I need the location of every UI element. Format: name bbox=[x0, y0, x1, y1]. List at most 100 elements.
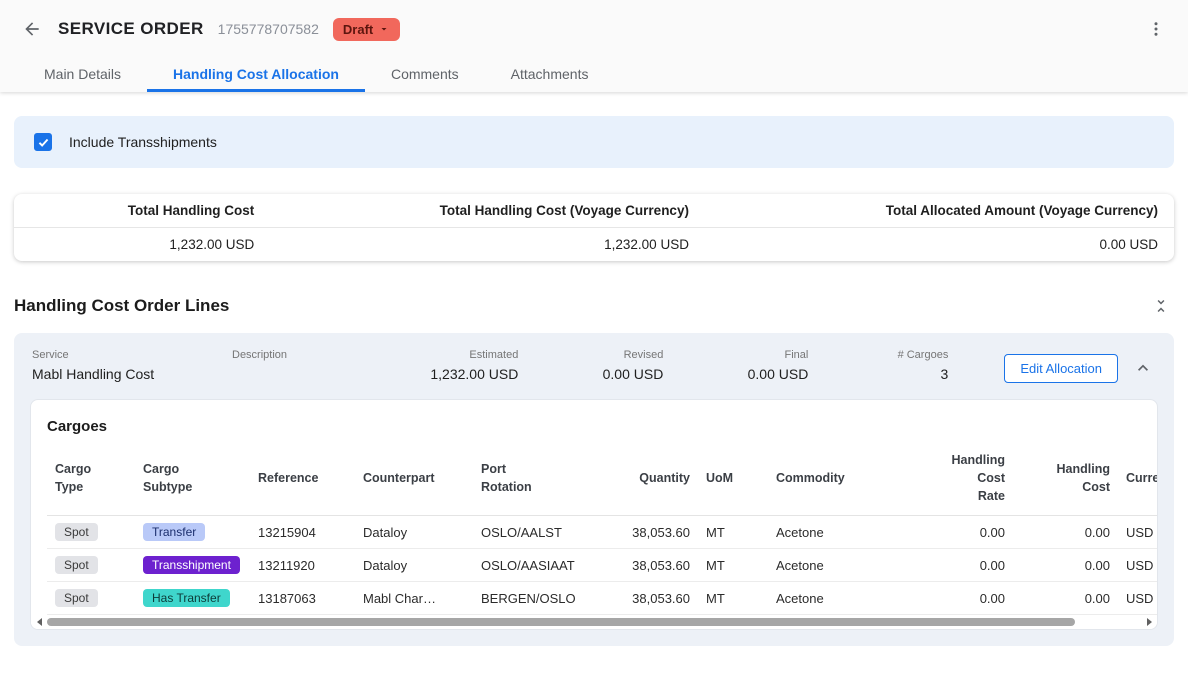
page-title: SERVICE ORDER bbox=[58, 19, 204, 39]
back-button[interactable] bbox=[18, 15, 46, 43]
cell-handling-cost-rate: 0.00 bbox=[908, 582, 1013, 615]
column-header: Cargo Type bbox=[47, 441, 135, 516]
cell-handling-cost-rate: 0.00 bbox=[908, 549, 1013, 582]
cargo-type-chip: Spot bbox=[55, 589, 98, 607]
cargo-table-body: SpotTransfer13215904DataloyOSLO/AALST38,… bbox=[47, 516, 1157, 615]
column-header: Commodity bbox=[768, 441, 908, 516]
cell-cargo-type: Spot bbox=[47, 516, 135, 549]
cargo-table: Cargo TypeCargo SubtypeReferenceCounterp… bbox=[47, 441, 1157, 615]
column-header: Counterpart bbox=[355, 441, 473, 516]
totals-column-label: Total Allocated Amount (Voyage Currency) bbox=[697, 194, 1166, 227]
field-cargo-count: # Cargoes 3 bbox=[808, 349, 948, 382]
tab-handling-cost-allocation[interactable]: Handling Cost Allocation bbox=[147, 58, 365, 92]
cargo-table-header-row: Cargo TypeCargo SubtypeReferenceCounterp… bbox=[47, 441, 1157, 516]
chevron-down-icon bbox=[378, 23, 390, 35]
cargo-type-chip: Spot bbox=[55, 523, 98, 541]
column-header: Cargo Subtype bbox=[135, 441, 250, 516]
column-header: UoM bbox=[698, 441, 768, 516]
totals-label-row: Total Handling CostTotal Handling Cost (… bbox=[14, 194, 1174, 228]
horizontal-scrollbar[interactable] bbox=[31, 615, 1157, 629]
totals-column-value: 1,232.00 USD bbox=[22, 228, 262, 261]
order-number: 1755778707582 bbox=[218, 21, 319, 37]
tab-comments[interactable]: Comments bbox=[365, 58, 485, 92]
totals-column-value: 1,232.00 USD bbox=[262, 228, 697, 261]
totals-value-row: 1,232.00 USD1,232.00 USD0.00 USD bbox=[14, 228, 1174, 261]
unfold-less-icon bbox=[1152, 297, 1170, 315]
totals-column-label: Total Handling Cost bbox=[22, 194, 262, 227]
column-header: Handling Cost bbox=[1013, 441, 1118, 516]
table-row[interactable]: SpotHas Transfer13187063Mabl Char…BERGEN… bbox=[47, 582, 1157, 615]
cargo-count-label: # Cargoes bbox=[808, 349, 948, 361]
final-value: 0.00 USD bbox=[663, 366, 808, 382]
include-transshipments-label: Include Transshipments bbox=[69, 134, 217, 150]
tab-main-details[interactable]: Main Details bbox=[18, 58, 147, 92]
service-value: Mabl Handling Cost bbox=[32, 366, 232, 382]
cell-currency: USD bbox=[1118, 549, 1157, 582]
cell-handling-cost-rate: 0.00 bbox=[908, 516, 1013, 549]
cell-handling-cost: 0.00 bbox=[1013, 549, 1118, 582]
field-revised: Revised 0.00 USD bbox=[518, 349, 663, 382]
tabs: Main DetailsHandling Cost AllocationComm… bbox=[0, 58, 1188, 92]
scrollbar-thumb[interactable] bbox=[47, 618, 1075, 626]
column-header: Handling Cost Rate bbox=[908, 441, 1013, 516]
check-icon bbox=[37, 136, 50, 149]
kebab-menu-icon[interactable] bbox=[1142, 15, 1170, 43]
cell-cargo-subtype: Has Transfer bbox=[135, 582, 250, 615]
cargo-type-chip: Spot bbox=[55, 556, 98, 574]
include-transshipments-checkbox[interactable] bbox=[34, 133, 52, 151]
column-header: Port Rotation bbox=[473, 441, 603, 516]
cell-handling-cost: 0.00 bbox=[1013, 516, 1118, 549]
cargo-subtype-chip: Transshipment bbox=[143, 556, 240, 574]
cell-port-rotation: BERGEN/OSLO bbox=[473, 582, 603, 615]
order-line-summary: Service Mabl Handling Cost Description E… bbox=[30, 349, 1158, 383]
cell-cargo-subtype: Transshipment bbox=[135, 549, 250, 582]
cargo-count-value: 3 bbox=[808, 366, 948, 382]
cell-cargo-type: Spot bbox=[47, 549, 135, 582]
revised-value: 0.00 USD bbox=[518, 366, 663, 382]
tab-attachments[interactable]: Attachments bbox=[485, 58, 615, 92]
collapse-all-button[interactable] bbox=[1148, 293, 1174, 319]
section-title: Handling Cost Order Lines bbox=[14, 296, 229, 316]
cell-quantity: 38,053.60 bbox=[603, 549, 698, 582]
cell-commodity: Acetone bbox=[768, 549, 908, 582]
totals-column-value: 0.00 USD bbox=[697, 228, 1166, 261]
scrollbar-track[interactable] bbox=[47, 617, 1141, 627]
field-description: Description bbox=[232, 349, 403, 366]
cell-reference: 13215904 bbox=[250, 516, 355, 549]
collapse-line-button[interactable] bbox=[1130, 355, 1156, 381]
cell-reference: 13211920 bbox=[250, 549, 355, 582]
column-header: Reference bbox=[250, 441, 355, 516]
chevron-up-icon bbox=[1133, 358, 1153, 378]
cell-currency: USD bbox=[1118, 582, 1157, 615]
table-row[interactable]: SpotTransshipment13211920DataloyOSLO/AAS… bbox=[47, 549, 1157, 582]
cell-commodity: Acetone bbox=[768, 582, 908, 615]
field-estimated: Estimated 1,232.00 USD bbox=[403, 349, 518, 382]
cell-commodity: Acetone bbox=[768, 516, 908, 549]
cargo-subtype-chip: Transfer bbox=[143, 523, 205, 541]
table-row[interactable]: SpotTransfer13215904DataloyOSLO/AALST38,… bbox=[47, 516, 1157, 549]
cargo-subtype-chip: Has Transfer bbox=[143, 589, 230, 607]
cell-counterpart: Dataloy bbox=[355, 549, 473, 582]
scroll-left-arrow[interactable] bbox=[34, 617, 44, 627]
final-label: Final bbox=[663, 349, 808, 361]
estimated-value: 1,232.00 USD bbox=[403, 366, 518, 382]
cell-cargo-subtype: Transfer bbox=[135, 516, 250, 549]
cell-currency: USD bbox=[1118, 516, 1157, 549]
field-service: Service Mabl Handling Cost bbox=[32, 349, 232, 382]
cargo-table-container: Cargo TypeCargo SubtypeReferenceCounterp… bbox=[47, 441, 1157, 615]
description-label: Description bbox=[232, 349, 403, 361]
cell-reference: 13187063 bbox=[250, 582, 355, 615]
revised-label: Revised bbox=[518, 349, 663, 361]
column-header: Quantity bbox=[603, 441, 698, 516]
include-transshipments-banner: Include Transshipments bbox=[14, 116, 1174, 168]
column-header: Currency bbox=[1118, 441, 1157, 516]
cell-cargo-type: Spot bbox=[47, 582, 135, 615]
edit-allocation-button[interactable]: Edit Allocation bbox=[1004, 354, 1118, 383]
status-badge[interactable]: Draft bbox=[333, 18, 400, 41]
status-label: Draft bbox=[343, 22, 373, 37]
cell-counterpart: Dataloy bbox=[355, 516, 473, 549]
totals-card: Total Handling CostTotal Handling Cost (… bbox=[14, 194, 1174, 261]
cargoes-panel: Cargoes Cargo TypeCargo SubtypeReference… bbox=[30, 399, 1158, 630]
scroll-right-arrow[interactable] bbox=[1144, 617, 1154, 627]
field-final: Final 0.00 USD bbox=[663, 349, 808, 382]
